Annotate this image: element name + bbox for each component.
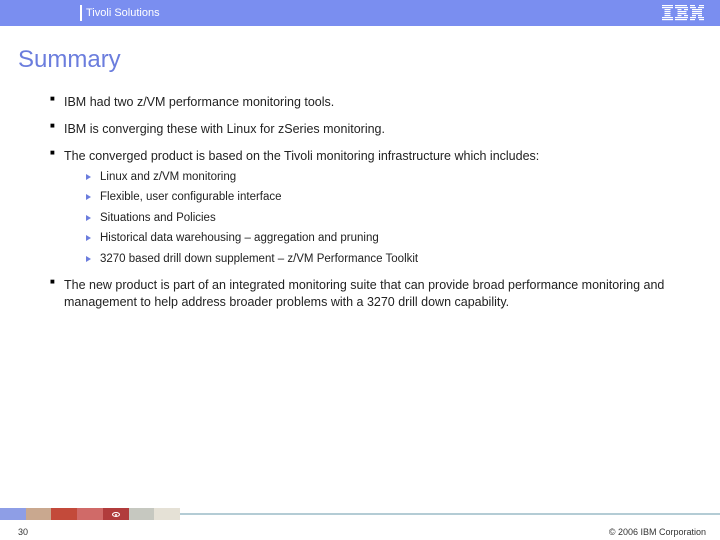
- bullet-list: IBM had two z/VM performance monitoring …: [24, 94, 676, 311]
- sub-bullet-item: 3270 based drill down supplement – z/VM …: [86, 252, 676, 268]
- slide-footer: 30 © 2006 IBM Corporation: [0, 510, 720, 540]
- slide-body: IBM had two z/VM performance monitoring …: [0, 84, 720, 540]
- slide: Tivoli Solutions: [0, 0, 720, 540]
- ibm-logo: [662, 5, 704, 21]
- slide-title: Summary: [0, 26, 720, 84]
- copyright-text: © 2006 IBM Corporation: [609, 527, 706, 537]
- bullet-item: IBM had two z/VM performance monitoring …: [50, 94, 676, 111]
- sub-bullet-item: Flexible, user configurable interface: [86, 190, 676, 206]
- bullet-text: IBM had two z/VM performance monitoring …: [64, 95, 334, 109]
- bullet-item: IBM is converging these with Linux for z…: [50, 121, 676, 138]
- eye-icon: [112, 512, 120, 517]
- band-swatch: [51, 508, 77, 520]
- sub-bullet-list: Linux and z/VM monitoring Flexible, user…: [64, 170, 676, 268]
- band-swatch: [77, 508, 103, 520]
- sub-bullet-item: Historical data warehousing – aggregatio…: [86, 231, 676, 247]
- band-swatch: [26, 508, 52, 520]
- bullet-text: The new product is part of an integrated…: [64, 278, 664, 309]
- header-divider: [80, 5, 82, 21]
- sub-bullet-item: Situations and Policies: [86, 211, 676, 227]
- bullet-text: IBM is converging these with Linux for z…: [64, 122, 385, 136]
- footer-color-band: [0, 508, 180, 520]
- header-bar: Tivoli Solutions: [0, 0, 720, 26]
- bullet-item: The converged product is based on the Ti…: [50, 148, 676, 267]
- band-swatch: [129, 508, 155, 520]
- band-swatch-eye: [103, 508, 129, 520]
- footer-rule: [180, 513, 720, 515]
- header-section-label: Tivoli Solutions: [86, 7, 160, 19]
- band-swatch: [0, 508, 26, 520]
- bullet-text: The converged product is based on the Ti…: [64, 149, 539, 163]
- bullet-item: The new product is part of an integrated…: [50, 277, 676, 311]
- sub-bullet-item: Linux and z/VM monitoring: [86, 170, 676, 186]
- page-number: 30: [18, 527, 28, 537]
- band-swatch: [154, 508, 180, 520]
